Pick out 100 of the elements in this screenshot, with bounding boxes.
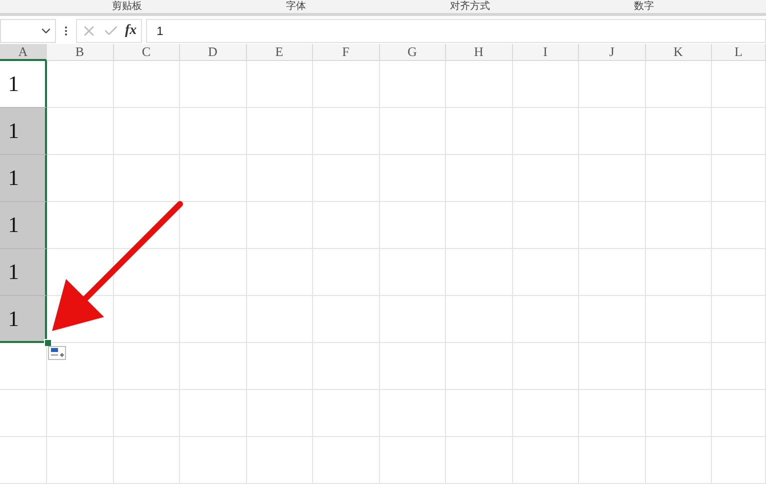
column-header[interactable]: L xyxy=(712,44,766,61)
table-cell xyxy=(380,296,446,343)
table-cell xyxy=(446,202,512,249)
column-header[interactable]: F xyxy=(313,44,380,61)
table-cell xyxy=(47,437,114,484)
table-cell xyxy=(712,296,766,343)
column-header[interactable]: K xyxy=(646,44,712,61)
table-cell xyxy=(579,155,646,202)
table-cell xyxy=(180,108,246,155)
table-cell xyxy=(446,249,512,296)
table-cell xyxy=(114,437,180,484)
column-header[interactable]: E xyxy=(246,44,313,61)
table-cell xyxy=(579,108,646,155)
table-cell xyxy=(114,155,180,202)
table-cell xyxy=(512,296,579,343)
column-header[interactable]: A xyxy=(0,44,47,61)
table-cell xyxy=(446,390,512,437)
table-cell xyxy=(446,61,512,108)
table-cell xyxy=(579,202,646,249)
table-cell xyxy=(246,390,313,437)
table-cell xyxy=(579,249,646,296)
table-cell xyxy=(47,390,114,437)
table-cell: 1 xyxy=(0,202,47,249)
table-cell xyxy=(180,249,246,296)
table-cell: 1 xyxy=(0,155,47,202)
table-cell xyxy=(512,108,579,155)
table-cell xyxy=(446,108,512,155)
table-cell xyxy=(246,343,313,390)
table-cell xyxy=(646,343,712,390)
table-cell xyxy=(246,108,313,155)
table-cell xyxy=(512,249,579,296)
table-cell xyxy=(446,155,512,202)
column-header[interactable]: C xyxy=(114,44,180,61)
table-cell xyxy=(47,61,114,108)
table-cell xyxy=(380,249,446,296)
table-cell xyxy=(180,202,246,249)
table-cell xyxy=(712,390,766,437)
formula-value: 1 xyxy=(156,24,164,38)
table-cell xyxy=(114,249,180,296)
table-cell xyxy=(712,108,766,155)
table-cell xyxy=(114,296,180,343)
table-cell xyxy=(246,61,313,108)
table-cell xyxy=(646,155,712,202)
table-cell xyxy=(47,108,114,155)
table-cell xyxy=(646,61,712,108)
table-cell xyxy=(712,155,766,202)
table-cell xyxy=(114,343,180,390)
table-cell xyxy=(446,296,512,343)
table-cell xyxy=(512,390,579,437)
column-header[interactable]: B xyxy=(47,44,114,61)
table-cell xyxy=(47,343,114,390)
table-cell xyxy=(313,249,380,296)
column-header[interactable]: I xyxy=(512,44,579,61)
column-header[interactable]: D xyxy=(180,44,246,61)
table-cell xyxy=(246,202,313,249)
table-cell xyxy=(246,437,313,484)
table-cell xyxy=(579,390,646,437)
table-cell xyxy=(712,343,766,390)
table-cell xyxy=(579,343,646,390)
table-cell xyxy=(313,108,380,155)
table-cell xyxy=(180,343,246,390)
table-cell xyxy=(180,437,246,484)
table-cell xyxy=(180,61,246,108)
fill-handle[interactable] xyxy=(44,339,52,347)
table-cell xyxy=(380,202,446,249)
table-cell xyxy=(380,155,446,202)
table-cell xyxy=(579,61,646,108)
table-cell xyxy=(646,249,712,296)
table-cell xyxy=(313,296,380,343)
column-header[interactable]: G xyxy=(380,44,446,61)
table-cell xyxy=(380,437,446,484)
table-cell xyxy=(646,296,712,343)
table-cell xyxy=(313,343,380,390)
table-cell xyxy=(646,437,712,484)
column-header[interactable]: J xyxy=(579,44,646,61)
table-cell xyxy=(180,390,246,437)
table-cell xyxy=(114,61,180,108)
table-cell xyxy=(380,61,446,108)
ribbon-group-label: 数字 xyxy=(634,0,654,12)
table-cell xyxy=(246,155,313,202)
table-cell xyxy=(180,155,246,202)
table-cell xyxy=(446,343,512,390)
formula-input[interactable]: 1 xyxy=(146,19,766,43)
table-cell: 1 xyxy=(0,61,47,108)
table-cell xyxy=(313,202,380,249)
column-header[interactable]: H xyxy=(446,44,512,61)
table-cell xyxy=(712,249,766,296)
table-cell xyxy=(380,390,446,437)
insert-function-button[interactable]: fx xyxy=(125,23,137,39)
table-cell xyxy=(712,202,766,249)
table-cell xyxy=(47,155,114,202)
table-cell xyxy=(512,155,579,202)
ribbon-group-label: 字体 xyxy=(286,0,306,12)
table-cell xyxy=(313,390,380,437)
table-cell xyxy=(446,437,512,484)
ribbon-group-label: 剪贴板 xyxy=(112,0,142,12)
ribbon-group-label: 对齐方式 xyxy=(450,0,490,12)
table-cell xyxy=(646,390,712,437)
auto-fill-options-icon[interactable] xyxy=(48,346,66,360)
table-cell xyxy=(313,61,380,108)
